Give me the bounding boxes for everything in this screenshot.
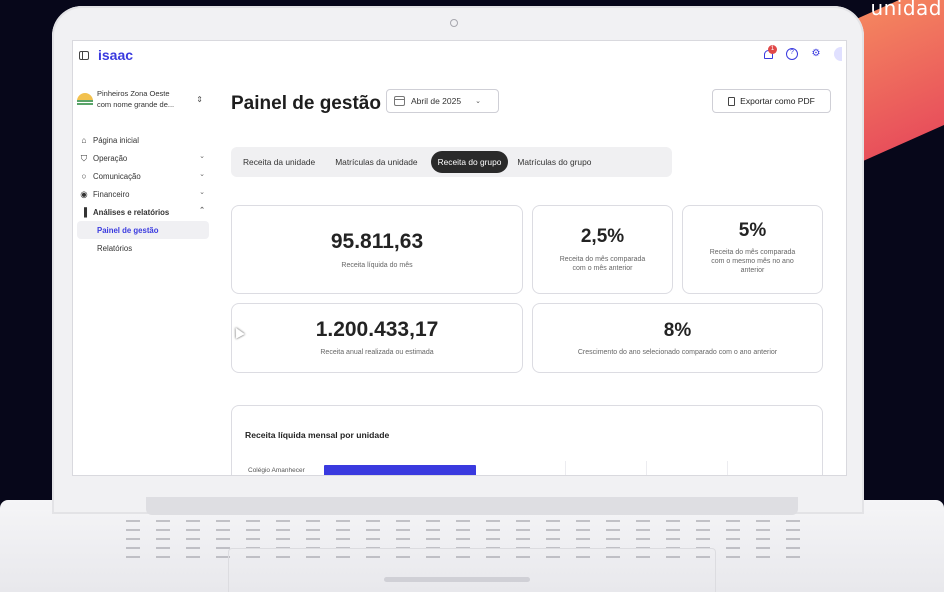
- app-screen: isaac 1 Pinheiros Zona Oeste com nome gr…: [72, 40, 847, 476]
- export-pdf-button[interactable]: Exportar como PDF: [712, 89, 831, 113]
- school-name-line1: Pinheiros Zona Oeste: [97, 89, 170, 98]
- kpi-label: Receita líquida do mês: [341, 262, 413, 269]
- sidebar-item-label: Comunicação: [93, 171, 141, 181]
- page-title: Painel de gestão: [231, 93, 381, 114]
- laptop-hinge: [146, 497, 798, 515]
- app-logo[interactable]: isaac: [98, 47, 133, 63]
- bar-chart-icon: ▐: [80, 207, 88, 217]
- chart-gridline: [565, 461, 566, 475]
- date-picker-value: Abril de 2025: [411, 96, 462, 106]
- school-selector[interactable]: Pinheiros Zona Oeste com nome grande de.…: [77, 88, 207, 116]
- chart-gridline: [727, 461, 728, 475]
- chart-title: Receita líquida mensal por unidade: [245, 430, 390, 440]
- sidebar-item-label: Análises e relatórios: [93, 207, 170, 217]
- chevron-down-icon: ⌄: [475, 98, 481, 105]
- chat-icon: ○: [81, 171, 87, 181]
- school-name-line2: com nome grande de...: [97, 100, 175, 109]
- sidebar-item-operacao[interactable]: ⛉ Operação ⌄: [77, 149, 209, 167]
- school-name: Pinheiros Zona Oeste com nome grande de.…: [97, 88, 187, 110]
- chevron-updown-icon: ⇕: [196, 95, 203, 104]
- date-picker[interactable]: Abril de 2025 ⌄: [386, 89, 499, 113]
- top-icons: 1: [762, 45, 842, 61]
- kpi-value: 2,5%: [580, 226, 625, 247]
- kpi-value: 8%: [663, 320, 692, 341]
- kpi-card-monthly-net: 95.811,63 Receita líquida do mês: [231, 205, 523, 294]
- sidebar-item-financeiro[interactable]: ◉ Financeiro ⌄: [77, 185, 209, 203]
- sidebar-item-label: Operação: [93, 153, 128, 163]
- chart-card: Receita líquida mensal por unidade Colég…: [231, 405, 823, 475]
- kpi-label-line1: Receita do mês comparada: [709, 249, 796, 256]
- kpi-label-line1: Receita do mês comparada: [559, 256, 646, 263]
- graduation-cap-icon: ⛉: [80, 153, 88, 163]
- kpi-card-annual: 1.200.433,17 Receita anual realizada ou …: [231, 303, 523, 373]
- kpi-label-line2: com o mesmo mês no ano: [711, 258, 794, 265]
- kpi-label: Receita anual realizada ou estimada: [320, 349, 434, 356]
- trackpad-notch: [384, 577, 530, 582]
- chart-bar[interactable]: [324, 465, 476, 475]
- tab-matriculas-grupo[interactable]: Matrículas do grupo: [510, 151, 598, 173]
- sidebar-item-comunicacao[interactable]: ○ Comunicação ⌄: [77, 167, 209, 185]
- sidebar-nav: ⌂ Página inicial ⛉ Operação ⌄ ○ Comunica…: [77, 131, 209, 257]
- kpi-label-line3: anterior: [740, 267, 765, 274]
- decorative-corner-text: unidad: [870, 0, 942, 20]
- kpi-value: 95.811,63: [330, 230, 424, 253]
- kpi-value: 5%: [738, 220, 767, 241]
- document-icon: [728, 96, 736, 106]
- main-content: Painel de gestão Abril de 2025 ⌄ Exporta…: [231, 75, 831, 475]
- notification-badge: 1: [768, 45, 777, 54]
- sidebar-item-home[interactable]: ⌂ Página inicial: [77, 131, 209, 149]
- calendar-icon: [394, 96, 405, 106]
- sidebar-item-label: Página inicial: [93, 135, 139, 145]
- gear-icon[interactable]: [810, 48, 822, 60]
- school-logo-icon: [77, 93, 93, 107]
- tab-bar: Receita da unidade Matrículas da unidade…: [231, 147, 672, 177]
- sidebar-subitem-painel[interactable]: Painel de gestão: [77, 221, 209, 239]
- notification-bell-icon[interactable]: 1: [762, 45, 777, 60]
- kpi-label-line2: com o mês anterior: [572, 265, 633, 272]
- sidebar-item-analises[interactable]: ▐ Análises e relatórios ⌃: [77, 203, 209, 221]
- sidebar: Pinheiros Zona Oeste com nome grande de.…: [73, 75, 211, 475]
- kpi-value: 1.200.433,17: [315, 318, 439, 341]
- avatar[interactable]: [834, 47, 842, 61]
- tab-receita-grupo[interactable]: Receita do grupo: [430, 151, 509, 173]
- chart-category-label: Colégio Amanhecer: [248, 467, 305, 474]
- kpi-card-yoy-month: 5% Receita do mês comparada com o mesmo …: [682, 205, 823, 294]
- sidebar-item-label: Financeiro: [93, 189, 130, 199]
- help-icon[interactable]: [786, 48, 798, 60]
- home-icon: ⌂: [81, 135, 87, 145]
- chevron-up-icon: ⌃: [199, 207, 205, 214]
- chevron-down-icon: ⌄: [199, 171, 205, 178]
- chevron-down-icon: ⌄: [199, 153, 205, 160]
- chart-gridline: [646, 461, 647, 475]
- export-pdf-label: Exportar como PDF: [740, 96, 815, 106]
- dollar-circle-icon: ◉: [80, 189, 88, 199]
- chevron-down-icon: ⌄: [199, 189, 205, 196]
- trackpad: [228, 548, 716, 592]
- kpi-label: Crescimento do ano selecionado comparado…: [577, 349, 778, 356]
- tab-matriculas-unidade[interactable]: Matrículas da unidade: [328, 151, 424, 173]
- tab-receita-unidade[interactable]: Receita da unidade: [236, 151, 322, 173]
- kpi-card-yoy-growth: 8% Crescimento do ano selecionado compar…: [532, 303, 823, 373]
- camera-icon: [450, 19, 458, 27]
- top-bar: isaac 1: [73, 41, 846, 75]
- sidebar-toggle-icon[interactable]: [79, 51, 89, 60]
- sidebar-subitem-relatorios[interactable]: Relatórios: [77, 239, 209, 257]
- kpi-card-mom: 2,5% Receita do mês comparada com o mês …: [532, 205, 673, 294]
